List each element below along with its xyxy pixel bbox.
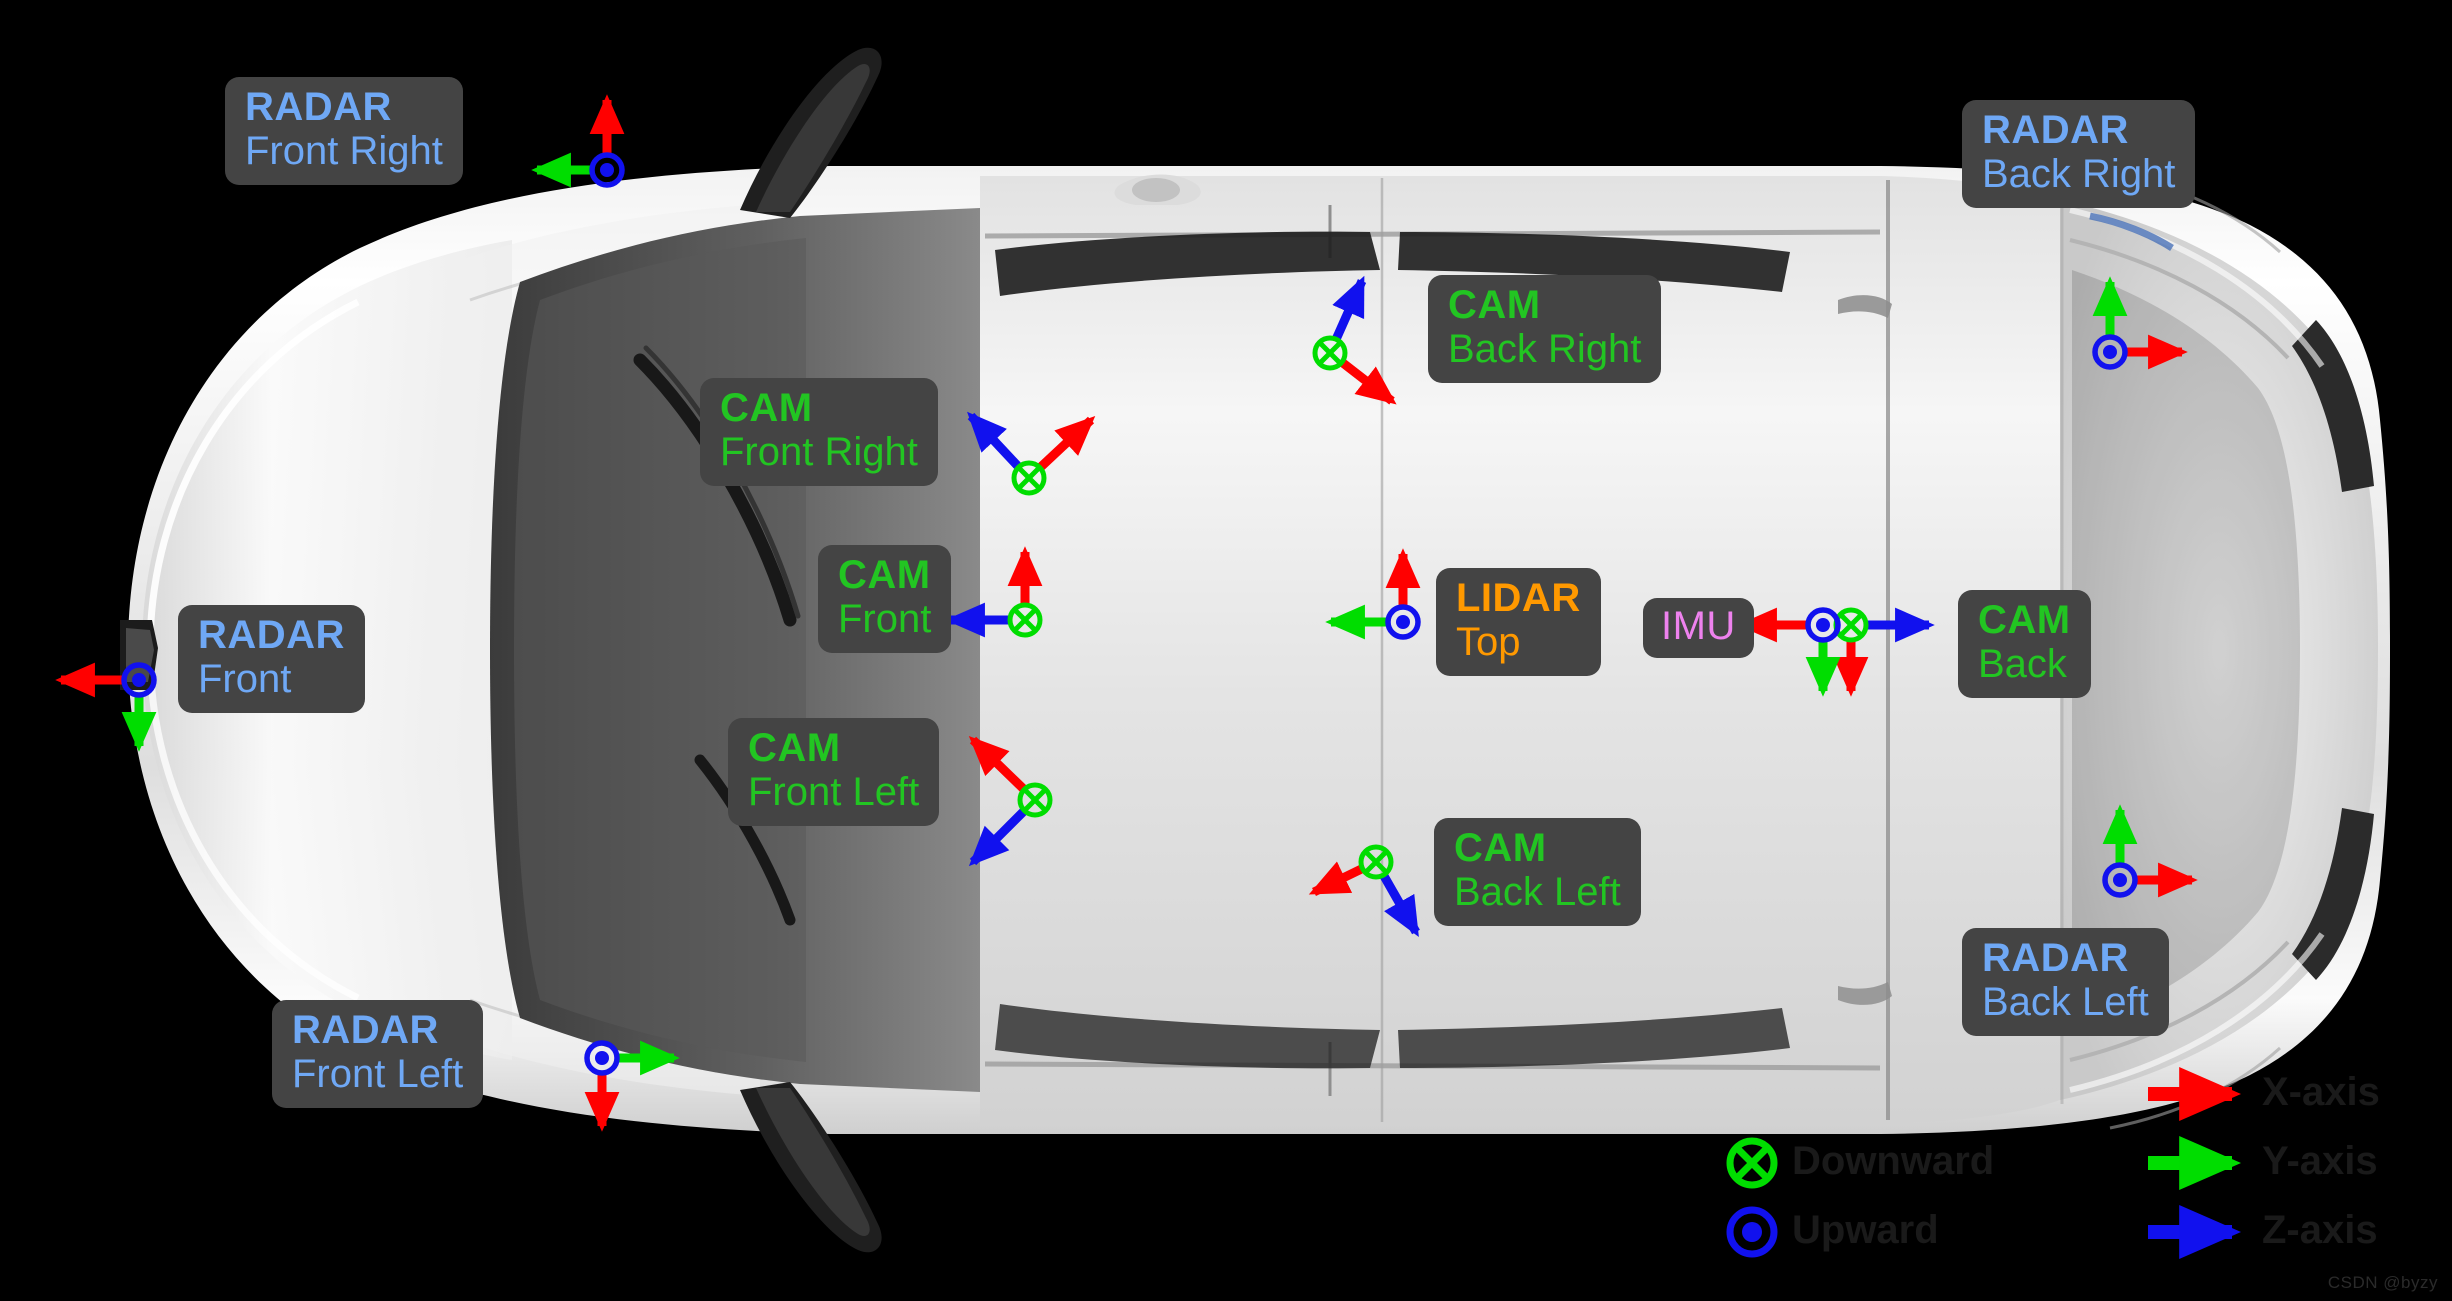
sensor-layout-diagram: RADAR Front Right RADAR Back Right RADAR Fron… xyxy=(0,0,2452,1301)
sensor-position-text: Back Right xyxy=(1982,152,2176,196)
sensor-position-text: Front Right xyxy=(720,430,918,474)
legend-z-axis-label: Z-axis xyxy=(2262,1208,2378,1252)
sensor-label-cam-back-left: CAM Back Left xyxy=(1434,818,1641,926)
sensor-label-imu: IMU xyxy=(1643,598,1754,658)
legend-x-axis-label: X-axis xyxy=(2262,1070,2380,1114)
sensor-label-radar-back-right: RADAR Back Right xyxy=(1962,100,2196,208)
sensor-type-text: CAM xyxy=(748,726,841,770)
watermark: CSDN @byzy xyxy=(2327,1273,2438,1292)
sensor-type-text: CAM xyxy=(1454,826,1547,870)
sensor-type-text: IMU xyxy=(1661,604,1736,648)
sensor-type-text: RADAR xyxy=(198,613,345,657)
sensor-label-radar-front: RADAR Front xyxy=(178,605,365,713)
sensor-type-text: CAM xyxy=(720,386,813,430)
sensor-position-text: Back Left xyxy=(1982,980,2149,1024)
sensor-label-radar-back-left: RADAR Back Left xyxy=(1962,928,2169,1036)
sensor-label-radar-front-right: RADAR Front Right xyxy=(225,77,463,185)
sensor-label-radar-front-left: RADAR Front Left xyxy=(272,1000,484,1108)
sensor-position-text: Front Left xyxy=(748,770,920,814)
sensor-position-text: Back Left xyxy=(1454,870,1621,914)
sensor-label-cam-front-right: CAM Front Right xyxy=(700,378,938,486)
sensor-label-cam-back: CAM Back xyxy=(1958,590,2091,698)
sensor-position-text: Top xyxy=(1456,620,1521,664)
sensor-label-cam-front-left: CAM Front Left xyxy=(728,718,940,826)
sensor-position-text: Front Left xyxy=(292,1052,464,1096)
sensor-position-text: Front Right xyxy=(245,129,443,173)
sensor-type-text: CAM xyxy=(1448,283,1541,327)
sensor-type-text: RADAR xyxy=(1982,108,2129,152)
sensor-label-cam-front: CAM Front xyxy=(818,545,952,653)
sensor-type-text: RADAR xyxy=(245,85,392,129)
sensor-position-text: Front xyxy=(198,657,292,701)
sensor-position-text: Back xyxy=(1978,642,2067,686)
sensor-type-text: RADAR xyxy=(292,1008,439,1052)
sensor-type-text: CAM xyxy=(838,553,931,597)
sensor-position-text: Front xyxy=(838,597,932,641)
sensor-type-text: RADAR xyxy=(1982,936,2129,980)
sensor-label-cam-back-right: CAM Back Right xyxy=(1428,275,1662,383)
legend-upward-label: Upward xyxy=(1792,1208,1939,1252)
sensor-type-text: LIDAR xyxy=(1456,576,1581,620)
legend-y-axis-label: Y-axis xyxy=(2262,1139,2378,1183)
sensor-type-text: CAM xyxy=(1978,598,2071,642)
legend-downward-label: Downward xyxy=(1792,1139,1995,1183)
sensor-position-text: Back Right xyxy=(1448,327,1642,371)
sensor-label-lidar-top: LIDAR Top xyxy=(1436,568,1601,676)
